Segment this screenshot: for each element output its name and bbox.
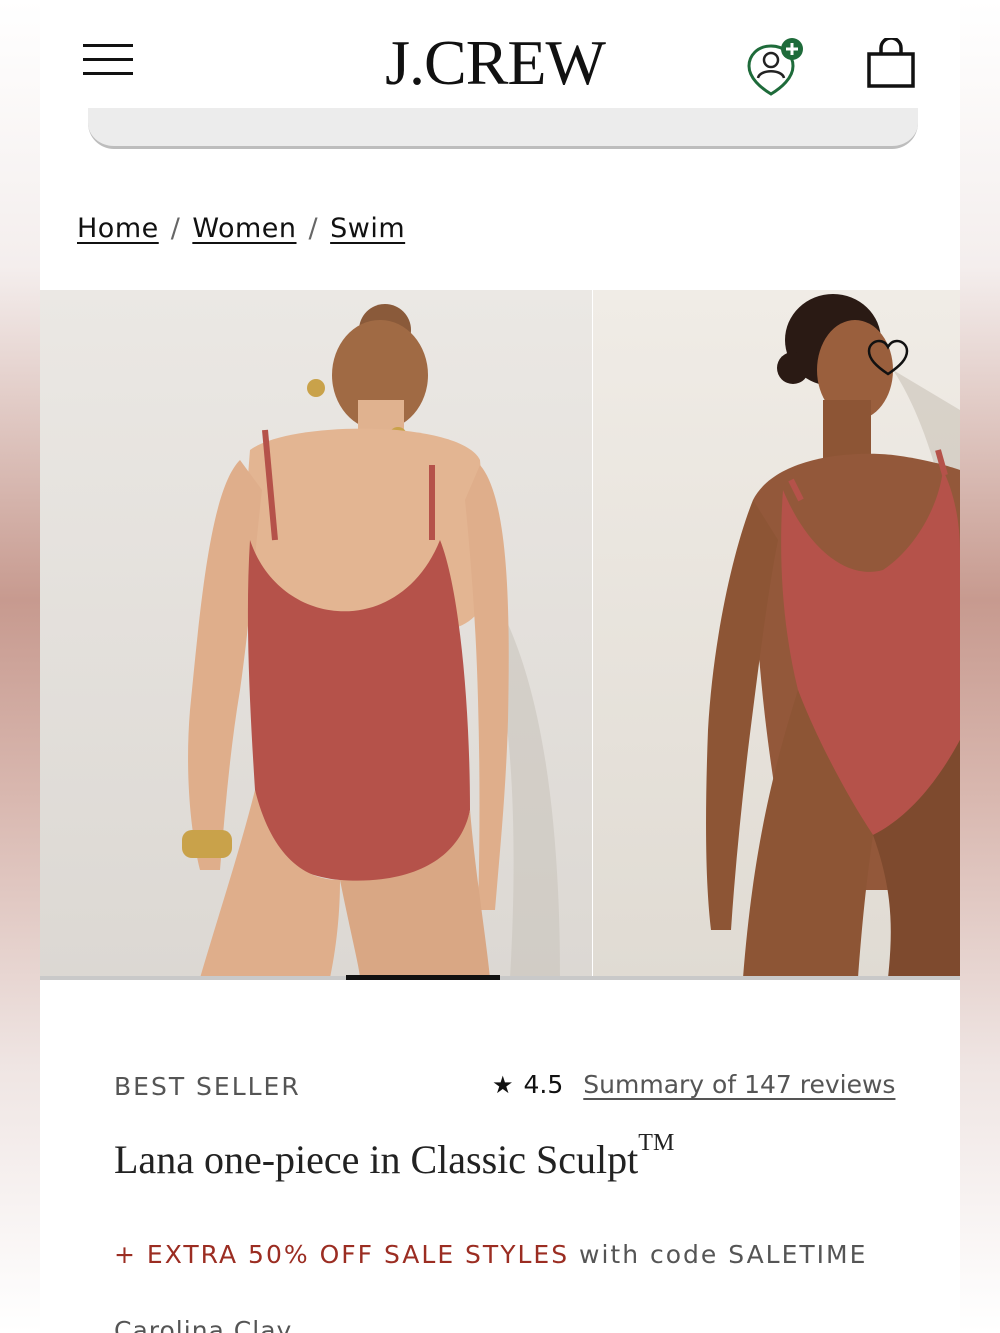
hamburger-menu-icon[interactable] bbox=[83, 44, 135, 76]
product-title-text: Lana one-piece in Classic Sculpt bbox=[114, 1137, 639, 1182]
product-image-front-view[interactable] bbox=[593, 290, 960, 978]
left-margin-fade bbox=[0, 0, 40, 1333]
product-page: J.CREW Home / Women / Swim BEST SELLER ★… bbox=[40, 0, 960, 1333]
breadcrumb-separator: / bbox=[308, 213, 319, 244]
heart-icon[interactable] bbox=[866, 338, 910, 378]
breadcrumb-swim[interactable]: Swim bbox=[330, 213, 405, 244]
account-add-icon[interactable] bbox=[745, 36, 807, 98]
promo-offer: + EXTRA 50% OFF SALE STYLES bbox=[114, 1240, 570, 1269]
shopping-bag-icon[interactable] bbox=[865, 36, 917, 90]
product-title: Lana one-piece in Classic SculptTM bbox=[114, 1130, 674, 1183]
carousel-progress-track bbox=[40, 976, 960, 980]
rating-summary: ★ 4.5 Summary of 147 reviews bbox=[492, 1070, 895, 1099]
promo-code-text: with code SALETIME bbox=[569, 1240, 868, 1269]
right-margin-fade bbox=[960, 0, 1000, 1333]
star-icon: ★ bbox=[492, 1070, 514, 1099]
breadcrumb: Home / Women / Swim bbox=[77, 213, 405, 244]
carousel-progress-indicator bbox=[346, 975, 500, 980]
reviews-summary-link[interactable]: Summary of 147 reviews bbox=[583, 1070, 895, 1099]
rating-value: 4.5 bbox=[523, 1070, 564, 1099]
breadcrumb-home[interactable]: Home bbox=[77, 213, 159, 244]
breadcrumb-women[interactable]: Women bbox=[192, 213, 296, 244]
brand-logo[interactable]: J.CREW bbox=[360, 28, 630, 98]
color-name-label: Carolina Clay bbox=[114, 1316, 293, 1333]
breadcrumb-separator: / bbox=[170, 213, 181, 244]
trademark-mark: TM bbox=[638, 1130, 675, 1156]
promo-message: + EXTRA 50% OFF SALE STYLES with code SA… bbox=[114, 1240, 867, 1269]
product-image-back-view[interactable] bbox=[40, 290, 592, 978]
best-seller-badge: BEST SELLER bbox=[114, 1072, 301, 1101]
product-image-carousel[interactable] bbox=[40, 290, 960, 978]
search-bar[interactable] bbox=[88, 108, 918, 149]
